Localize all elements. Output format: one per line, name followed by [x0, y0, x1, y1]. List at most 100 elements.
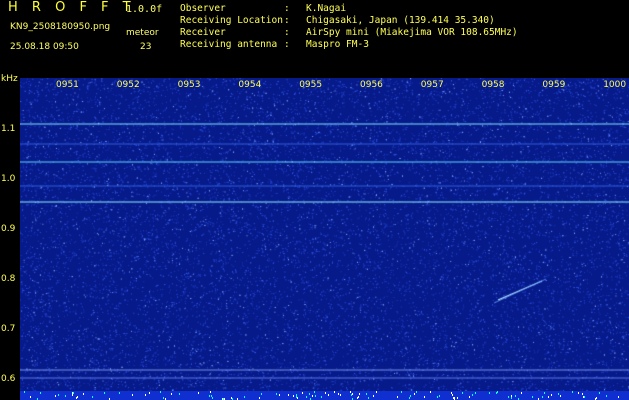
baseline-speck	[542, 395, 544, 398]
header-panel: H R O F F T 1.0.0f KN9_2508180950.png me…	[0, 0, 629, 75]
observer-value: K.Nagai	[306, 3, 347, 14]
baseline-speck	[351, 397, 353, 400]
baseline-speck	[131, 394, 133, 397]
date-time: 25.08.18 09:50	[10, 42, 79, 52]
antenna-value: Maspro FM-3	[306, 39, 369, 50]
baseline-speck	[436, 395, 438, 398]
receiver-key: Receiver	[180, 27, 226, 38]
time-tick-label: 0953	[177, 80, 201, 90]
baseline-speck	[582, 395, 584, 398]
time-tick-label: 0958	[481, 80, 505, 90]
baseline-speck	[30, 395, 32, 398]
freq-tick-label: 0.6	[1, 374, 16, 384]
baseline-speck	[507, 395, 509, 398]
baseline-speck	[162, 396, 164, 399]
baseline-speck	[260, 392, 262, 395]
baseline-speck	[292, 395, 294, 398]
baseline-strip	[20, 391, 629, 400]
baseline-speck	[582, 392, 584, 395]
baseline-speck	[367, 397, 369, 400]
baseline-speck	[349, 391, 351, 394]
baseline-speck	[171, 392, 173, 395]
baseline-speck	[366, 393, 368, 396]
baseline-speck	[209, 394, 211, 397]
baseline-speck	[471, 393, 473, 396]
baseline-speck	[401, 391, 403, 394]
baseline-speck	[450, 391, 452, 394]
receiver-value: AirSpy mini (Miakejima VOR 108.65MHz)	[306, 27, 518, 38]
time-tick-label: 0954	[238, 80, 262, 90]
baseline-speck	[351, 394, 353, 397]
baseline-speck	[462, 391, 464, 394]
baseline-speck	[451, 394, 453, 397]
baseline-speck	[72, 394, 74, 397]
antenna-key: Receiving antenna	[180, 39, 278, 50]
baseline-speck	[596, 397, 598, 400]
baseline-speck	[474, 392, 476, 395]
baseline-speck	[210, 391, 212, 394]
baseline-speck	[58, 393, 60, 396]
freq-tick-label: 1.1	[1, 124, 16, 134]
freq-tick-label: 0.8	[1, 274, 16, 284]
baseline-speck	[312, 395, 314, 398]
baseline-speck	[55, 395, 57, 398]
baseline-speck	[468, 396, 470, 399]
freq-tick-label: 0.9	[1, 224, 16, 234]
baseline-speck	[606, 394, 608, 397]
baseline-speck	[413, 393, 415, 396]
baseline-speck	[396, 396, 398, 399]
baseline-speck	[560, 394, 562, 397]
baseline-speck	[598, 391, 600, 394]
baseline-speck	[309, 392, 311, 395]
baseline-speck	[39, 391, 41, 394]
baseline-speck	[457, 396, 459, 399]
baseline-speck	[108, 397, 110, 400]
baseline-speck	[305, 395, 307, 398]
time-tick-label: 0957	[420, 80, 444, 90]
time-tick-label: 0956	[360, 80, 383, 90]
app-version: 1.0.0f	[126, 4, 163, 15]
time-tick-label: 0952	[116, 80, 140, 90]
baseline-speck	[212, 396, 214, 399]
spectrogram	[20, 78, 629, 391]
meteor-count: 23	[140, 42, 152, 52]
freq-tick-label: 1.0	[1, 174, 16, 184]
separator: :	[284, 27, 290, 38]
baseline-speck	[521, 392, 523, 395]
baseline-speck	[24, 391, 26, 394]
baseline-speck	[104, 392, 106, 395]
baseline-speck	[618, 396, 620, 399]
baseline-speck	[571, 391, 573, 394]
baseline-speck	[315, 394, 317, 397]
time-tick-label: 0955	[299, 80, 323, 90]
baseline-speck	[514, 395, 516, 398]
baseline-speck	[424, 396, 426, 399]
baseline-speck	[73, 392, 75, 395]
baseline-speck	[583, 395, 585, 398]
baseline-speck	[64, 395, 66, 398]
baseline-speck	[279, 394, 281, 397]
baseline-speck	[373, 395, 375, 398]
baseline-speck	[92, 395, 94, 398]
baseline-speck	[313, 391, 315, 394]
separator: :	[284, 3, 290, 14]
baseline-speck	[409, 397, 411, 400]
baseline-speck	[297, 397, 299, 400]
time-tick-label: 0959	[542, 80, 566, 90]
location-key: Receiving Location	[180, 15, 283, 26]
baseline-speck	[438, 395, 440, 398]
time-tick-label: 1000	[603, 80, 627, 90]
baseline-speck	[334, 391, 336, 394]
baseline-speck	[287, 393, 289, 396]
baseline-speck	[532, 395, 533, 398]
baseline-speck	[77, 396, 79, 399]
baseline-speck	[511, 395, 513, 398]
baseline-speck	[160, 391, 162, 394]
baseline-speck	[301, 392, 303, 395]
baseline-speck	[82, 392, 84, 395]
baseline-speck	[551, 393, 553, 396]
baseline-speck	[376, 391, 378, 394]
baseline-speck	[558, 393, 560, 396]
baseline-speck	[339, 393, 341, 396]
baseline-speck	[230, 396, 232, 399]
